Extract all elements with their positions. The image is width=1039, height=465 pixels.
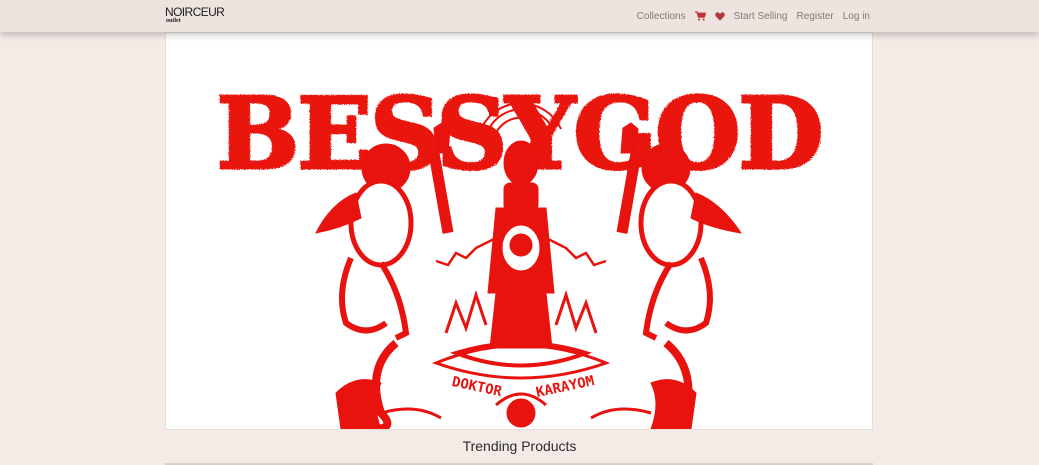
shopping-cart-icon[interactable] <box>694 11 706 21</box>
trending-products-heading: Trending Products <box>462 438 577 454</box>
hero-artwork: BESSYGOD DOKTOR KARAYOM <box>215 76 825 429</box>
nav-links: Collections Start Selling Register Log i… <box>637 0 870 32</box>
nav-start-selling-link[interactable]: Start Selling <box>734 11 788 22</box>
site-logo[interactable]: NOIRCEUR outlet <box>165 6 225 26</box>
nav-register-link[interactable]: Register <box>797 11 834 22</box>
heart-icon[interactable] <box>714 11 725 21</box>
nav-collections-link[interactable]: Collections <box>637 11 686 22</box>
nav-login-link[interactable]: Log in <box>843 11 870 22</box>
top-navbar: NOIRCEUR outlet Collections Start Sellin… <box>0 0 1039 32</box>
hero-banner[interactable]: BESSYGOD DOKTOR KARAYOM <box>165 32 873 430</box>
logo-wordmark: NOIRCEUR <box>165 5 225 19</box>
